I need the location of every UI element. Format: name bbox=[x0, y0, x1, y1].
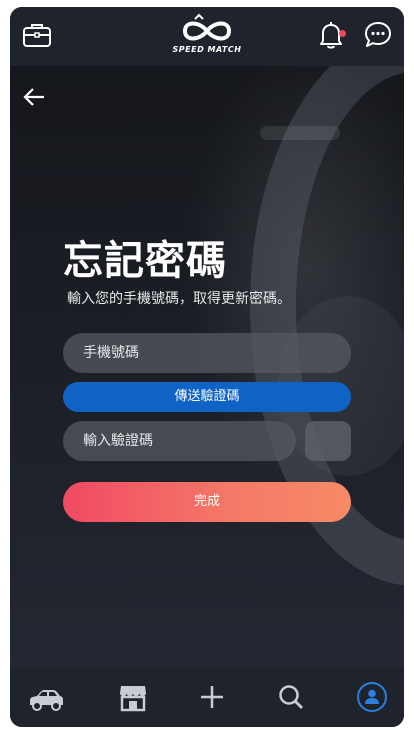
page-subtitle: 輸入您的手機號碼，取得更新密碼。 bbox=[67, 291, 291, 307]
plus-icon[interactable] bbox=[198, 682, 226, 716]
logo-text: SPEED MATCH bbox=[172, 45, 242, 54]
submit-button[interactable]: 完成 bbox=[63, 482, 351, 522]
search-icon[interactable] bbox=[277, 682, 305, 716]
back-arrow-icon[interactable] bbox=[22, 86, 46, 112]
speed-match-logo: SPEED MATCH bbox=[155, 13, 259, 61]
chat-icon[interactable] bbox=[364, 20, 392, 54]
send-code-button[interactable]: 傳送驗證碼 bbox=[63, 382, 351, 412]
app-screen: SPEED MATCH 忘記密碼 輸入您的手機號碼，取得更新密碼。 手機號碼 傳… bbox=[10, 7, 404, 727]
car-icon[interactable] bbox=[27, 688, 65, 716]
briefcase-icon[interactable] bbox=[22, 21, 52, 53]
phone-number-input[interactable]: 手機號碼 bbox=[63, 333, 351, 373]
top-bar: SPEED MATCH bbox=[10, 7, 404, 66]
store-icon[interactable] bbox=[118, 682, 148, 716]
notification-dot bbox=[339, 30, 346, 37]
background-image: 忘記密碼 輸入您的手機號碼，取得更新密碼。 手機號碼 傳送驗證碼 輸入驗證碼 完… bbox=[10, 66, 404, 668]
bottom-nav bbox=[10, 668, 404, 727]
dashboard-light bbox=[260, 126, 340, 140]
verification-code-input[interactable]: 輸入驗證碼 bbox=[63, 421, 296, 461]
bell-icon[interactable] bbox=[318, 20, 344, 54]
page-title: 忘記密碼 bbox=[63, 238, 227, 284]
logo-mark-icon bbox=[182, 13, 232, 41]
profile-icon[interactable] bbox=[356, 681, 388, 717]
code-side-box bbox=[305, 421, 351, 461]
